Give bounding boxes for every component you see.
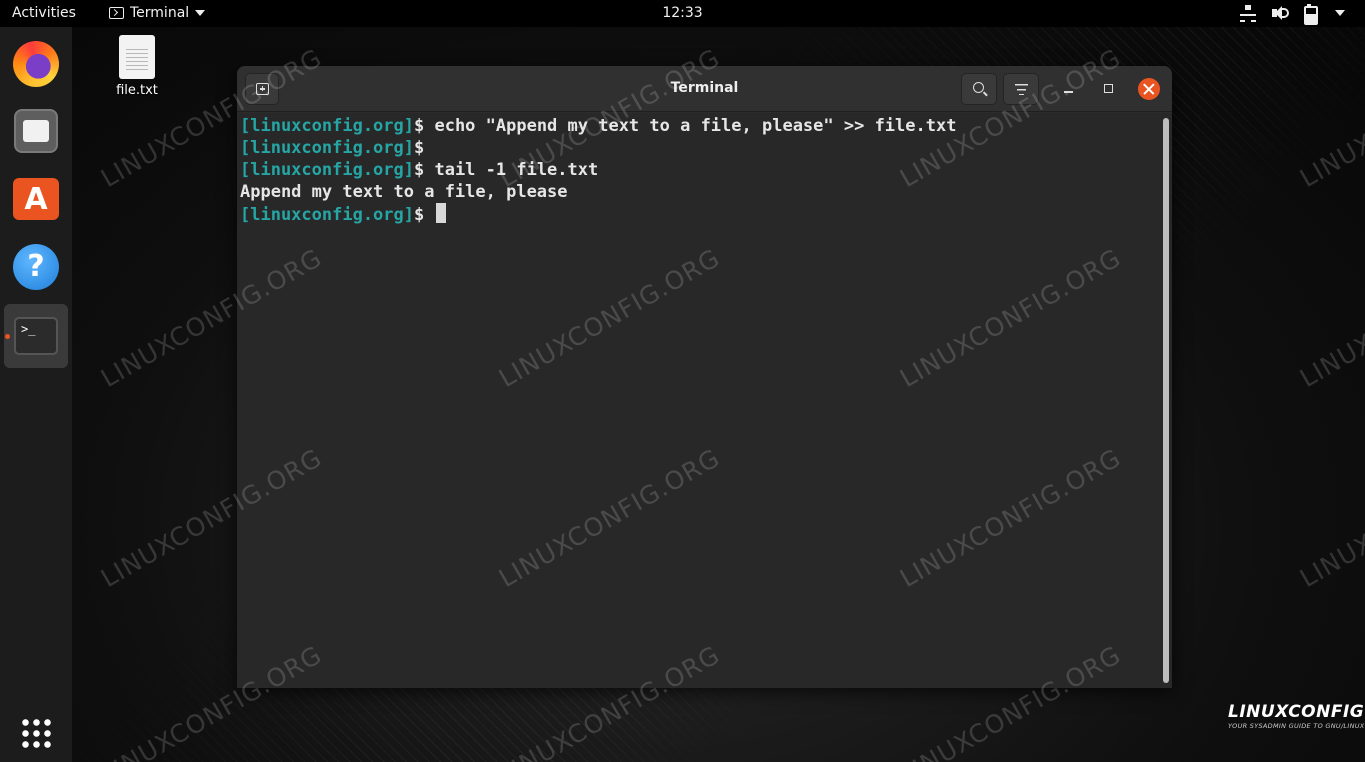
scrollbar[interactable] bbox=[1163, 118, 1169, 683]
chevron-down-icon bbox=[195, 10, 206, 16]
help-icon: ? bbox=[13, 244, 59, 290]
terminal-line: [linuxconfig.org]$ bbox=[240, 137, 1172, 159]
terminal-line: [linuxconfig.org]$ bbox=[240, 203, 1172, 226]
firefox-icon bbox=[13, 41, 59, 87]
search-icon bbox=[973, 82, 984, 93]
terminal-icon: >_ bbox=[14, 317, 58, 355]
dock: A ? >_ bbox=[0, 27, 72, 762]
chevron-down-icon bbox=[1335, 10, 1345, 16]
activities-button[interactable]: Activities bbox=[12, 5, 76, 21]
prompt: [linuxconfig.org] bbox=[240, 160, 414, 180]
brand-logo: LINUXCONFIG.ORG YOUR SYSADMIN GUIDE TO G… bbox=[1228, 702, 1365, 730]
running-indicator bbox=[5, 334, 10, 339]
prompt: [linuxconfig.org] bbox=[240, 138, 414, 158]
brand-logo-text: LINUXCONFIG.ORG bbox=[1228, 702, 1365, 722]
dock-item-files[interactable] bbox=[4, 99, 68, 163]
dock-item-terminal[interactable]: >_ bbox=[4, 304, 68, 368]
terminal-window[interactable]: Terminal [linuxconfig.org]$ echo "Append… bbox=[237, 66, 1172, 688]
prompt: [linuxconfig.org] bbox=[240, 116, 414, 136]
system-tray[interactable] bbox=[1239, 4, 1345, 25]
clock[interactable]: 12:33 bbox=[662, 5, 702, 21]
close-icon bbox=[1143, 83, 1155, 95]
dock-item-software[interactable]: A bbox=[4, 167, 68, 231]
terminal-icon bbox=[109, 7, 124, 19]
desktop-file[interactable]: file.txt bbox=[110, 35, 164, 98]
command-text: $ echo "Append my text to a file, please… bbox=[414, 116, 957, 136]
terminal-line: Append my text to a file, please bbox=[240, 181, 1172, 203]
files-icon bbox=[14, 109, 58, 153]
apps-grid-icon[interactable] bbox=[20, 717, 52, 749]
command-text: $ bbox=[414, 138, 425, 158]
brand-tagline: YOUR SYSADMIN GUIDE TO GNU/LINUX bbox=[1228, 722, 1365, 730]
terminal-line: [linuxconfig.org]$ tail -1 file.txt bbox=[240, 159, 1172, 181]
dock-item-firefox[interactable] bbox=[4, 32, 68, 96]
app-menu-button[interactable]: Terminal bbox=[109, 5, 206, 21]
app-menu-label: Terminal bbox=[130, 5, 190, 21]
maximize-button[interactable] bbox=[1099, 79, 1119, 99]
close-button[interactable] bbox=[1138, 78, 1160, 100]
text-cursor bbox=[436, 203, 447, 223]
command-text: $ bbox=[414, 205, 435, 225]
top-bar: Activities Terminal 12:33 bbox=[0, 0, 1365, 27]
terminal-output[interactable]: [linuxconfig.org]$ echo "Append my text … bbox=[237, 113, 1172, 688]
software-icon: A bbox=[13, 178, 59, 220]
volume-icon bbox=[1271, 4, 1289, 22]
prompt: [linuxconfig.org] bbox=[240, 205, 414, 225]
dock-item-help[interactable]: ? bbox=[4, 235, 68, 299]
search-button[interactable] bbox=[961, 73, 997, 105]
text-file-icon bbox=[119, 35, 155, 79]
desktop-file-label: file.txt bbox=[116, 83, 158, 98]
network-icon bbox=[1239, 4, 1257, 22]
maximize-icon bbox=[1104, 84, 1113, 93]
battery-icon bbox=[1303, 4, 1321, 25]
